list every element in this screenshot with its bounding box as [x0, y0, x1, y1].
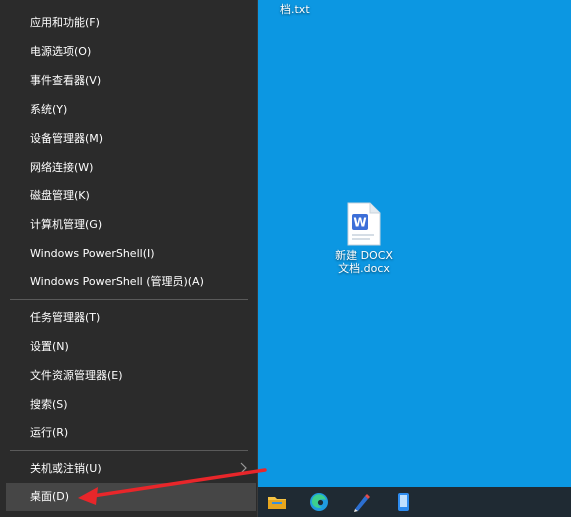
menu-item-event-viewer[interactable]: 事件查看器(V) — [0, 67, 258, 95]
chevron-right-icon — [240, 462, 247, 474]
menu-item-power-options[interactable]: 电源选项(O) — [0, 38, 258, 66]
menu-item-task-manager[interactable]: 任务管理器(T) — [0, 304, 258, 332]
menu-item-powershell-admin[interactable]: Windows PowerShell (管理员)(A) — [0, 268, 258, 296]
menu-item-powershell[interactable]: Windows PowerShell(I) — [0, 240, 258, 268]
menu-item-settings[interactable]: 设置(N) — [0, 333, 258, 361]
menu-item-desktop[interactable]: 桌面(D) — [6, 483, 256, 511]
edge-browser-icon[interactable] — [308, 491, 330, 513]
menu-item-apps-and-features[interactable]: 应用和功能(F) — [0, 9, 258, 37]
menu-item-file-explorer[interactable]: 文件资源管理器(E) — [0, 362, 258, 390]
menu-separator — [10, 299, 248, 300]
pen-app-icon[interactable] — [350, 491, 372, 513]
desktop-file-docx[interactable]: W 新建 DOCX 文档.docx — [330, 202, 398, 275]
desktop-file-name-line2: 文档.docx — [338, 262, 390, 275]
file-explorer-icon[interactable] — [266, 491, 288, 513]
phone-link-icon[interactable] — [392, 491, 414, 513]
menu-item-device-manager[interactable]: 设备管理器(M) — [0, 125, 258, 153]
menu-separator — [10, 450, 248, 451]
menu-item-shutdown-or-sign-out[interactable]: 关机或注销(U) — [0, 455, 258, 483]
menu-item-system[interactable]: 系统(Y) — [0, 96, 258, 124]
menu-item-computer-management[interactable]: 计算机管理(G) — [0, 211, 258, 239]
menu-item-disk-management[interactable]: 磁盘管理(K) — [0, 182, 258, 210]
menu-item-search[interactable]: 搜索(S) — [0, 391, 258, 419]
menu-item-run[interactable]: 运行(R) — [0, 419, 258, 447]
menu-item-network-connections[interactable]: 网络连接(W) — [0, 154, 258, 182]
svg-text:W: W — [353, 216, 366, 230]
wps-writer-document-icon: W — [347, 202, 381, 246]
desktop-file-label-top[interactable]: 档.txt — [280, 1, 310, 17]
taskbar — [258, 487, 571, 517]
winx-context-menu: 应用和功能(F) 电源选项(O) 事件查看器(V) 系统(Y) 设备管理器(M)… — [0, 0, 258, 517]
desktop-file-name-line1: 新建 DOCX — [335, 249, 393, 262]
